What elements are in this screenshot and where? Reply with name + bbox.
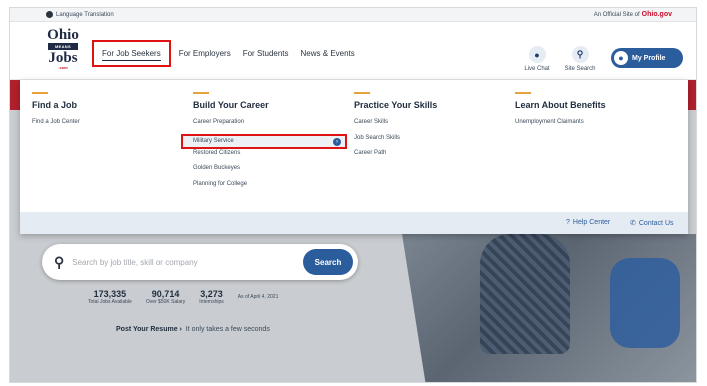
column-accent-bar xyxy=(32,92,48,94)
job-search-input[interactable] xyxy=(72,257,283,267)
nav-for-job-seekers[interactable]: For Job Seekers xyxy=(92,40,171,67)
contact-us-label: Contact Us xyxy=(638,219,674,227)
main-nav: For Job Seekers For Employers For Studen… xyxy=(92,40,361,67)
stat-value: 90,714 xyxy=(151,289,180,299)
phone-icon: ✆ xyxy=(630,220,636,227)
banner-edge-right xyxy=(688,80,696,110)
nav-for-students[interactable]: For Students xyxy=(237,40,295,67)
military-service-label: Military Service xyxy=(193,137,234,144)
post-resume-label: Post Your Resume xyxy=(116,326,178,333)
banner-edge-left xyxy=(10,80,20,110)
globe-icon xyxy=(46,11,53,18)
utility-bar: Language Translation An Official Site of… xyxy=(10,8,696,22)
search-icon: ⚲ xyxy=(54,253,65,270)
arrow-right-icon: › xyxy=(333,137,341,146)
ohio-gov-logo[interactable]: Ohio.gov xyxy=(642,11,672,18)
logo-means: MEANS xyxy=(48,43,78,50)
live-chat-label: Live Chat xyxy=(524,66,550,72)
resume-tagline: It only takes a few seconds xyxy=(185,326,270,333)
menu-column-practice-your-skills: Practice Your Skills Career Skills Job S… xyxy=(354,92,437,165)
column-heading: Find a Job xyxy=(32,100,77,110)
menu-column-find-a-job: Find a Job Find a Job Center xyxy=(32,92,80,134)
mega-menu-footer: ? Help Center ✆ Contact Us xyxy=(20,212,688,234)
my-profile-label: My Profile xyxy=(632,54,666,62)
menu-link-restored-citizens[interactable]: Restored Citizens xyxy=(193,149,347,165)
column-heading: Practice Your Skills xyxy=(354,100,438,110)
ohio-means-jobs-logo[interactable]: Ohio MEANS Jobs .com xyxy=(46,27,80,71)
nav-news-events[interactable]: News & Events xyxy=(295,40,361,67)
stat-label: Total Jobs Available xyxy=(88,299,132,305)
job-search-bar: ⚲ Search xyxy=(42,244,358,280)
stat-label: Internships xyxy=(199,299,224,305)
chevron-right-icon: › xyxy=(179,326,182,333)
ohio-brand-text: Ohio xyxy=(641,11,658,18)
site-search-button[interactable]: ⚲ Site Search xyxy=(560,46,600,72)
language-label: Language Translation xyxy=(56,11,114,18)
question-circle-icon: ? xyxy=(566,219,570,226)
column-accent-bar xyxy=(354,92,370,94)
gov-suffix-text: .gov xyxy=(657,11,672,18)
site-header: Ohio MEANS Jobs .com For Job Seekers For… xyxy=(10,22,696,80)
nav-for-employers[interactable]: For Employers xyxy=(173,40,237,67)
search-icon: ⚲ xyxy=(571,46,589,63)
menu-column-learn-about-benefits: Learn About Benefits Unemployment Claima… xyxy=(515,92,606,134)
logo-jobs: Jobs xyxy=(48,50,78,66)
search-button[interactable]: Search xyxy=(303,249,353,275)
menu-link-military-service[interactable]: Military Service › xyxy=(181,133,347,149)
official-prefix: An Official Site of xyxy=(593,11,640,18)
post-resume-link[interactable]: Post Your Resume › xyxy=(116,326,182,333)
user-icon: ● xyxy=(614,51,628,65)
browser-viewport: Language Translation An Official Site of… xyxy=(9,7,697,383)
column-accent-bar xyxy=(515,92,531,94)
menu-link-find-a-job-center[interactable]: Find a Job Center xyxy=(32,118,80,134)
stat-internships: 3,273 Internships xyxy=(199,289,223,305)
stat-value: 3,273 xyxy=(200,289,223,299)
official-site-notice: An Official Site of Ohio.gov xyxy=(594,11,672,18)
menu-link-planning-for-college[interactable]: Planning for College xyxy=(193,180,347,196)
hero-machine-shape xyxy=(610,258,680,348)
stats-as-of-date: As of April 4, 2021 xyxy=(237,294,279,300)
stat-value: 173,335 xyxy=(93,289,127,299)
language-translation-link[interactable]: Language Translation xyxy=(46,11,114,18)
site-search-label: Site Search xyxy=(564,66,596,72)
help-center-link[interactable]: ? Help Center xyxy=(566,219,610,226)
my-profile-button[interactable]: ● My Profile xyxy=(611,48,683,68)
menu-link-golden-buckeyes[interactable]: Golden Buckeyes xyxy=(193,164,347,180)
column-heading: Build Your Career xyxy=(193,100,269,110)
stat-label: Over $50K Salary xyxy=(145,299,186,305)
menu-link-unemployment-claimants[interactable]: Unemployment Claimants xyxy=(515,118,606,134)
job-seekers-mega-menu: Find a Job Find a Job Center Build Your … xyxy=(20,80,688,234)
chat-bubble-icon: ● xyxy=(528,46,546,63)
menu-link-career-skills[interactable]: Career Skills xyxy=(354,118,437,134)
menu-link-job-search-skills[interactable]: Job Search Skills xyxy=(354,134,437,150)
contact-us-link[interactable]: ✆ Contact Us xyxy=(630,219,674,228)
job-stats: 173,335 Total Jobs Available 90,714 Over… xyxy=(88,289,278,305)
logo-ohio: Ohio xyxy=(47,27,79,43)
post-resume-cta: Post Your Resume › It only takes a few s… xyxy=(116,326,270,333)
menu-column-build-your-career: Build Your Career Career Preparation Mil… xyxy=(181,92,347,196)
menu-link-career-preparation[interactable]: Career Preparation xyxy=(193,118,347,134)
help-center-label: Help Center xyxy=(572,219,611,226)
menu-link-career-path[interactable]: Career Path xyxy=(354,149,437,165)
hero-person-silhouette xyxy=(480,234,570,354)
stat-over-50k: 90,714 Over $50K Salary xyxy=(146,289,185,305)
stat-total-jobs: 173,335 Total Jobs Available xyxy=(88,289,132,305)
column-heading: Learn About Benefits xyxy=(515,100,606,110)
live-chat-button[interactable]: ● Live Chat xyxy=(517,46,557,72)
column-accent-bar xyxy=(193,92,209,94)
